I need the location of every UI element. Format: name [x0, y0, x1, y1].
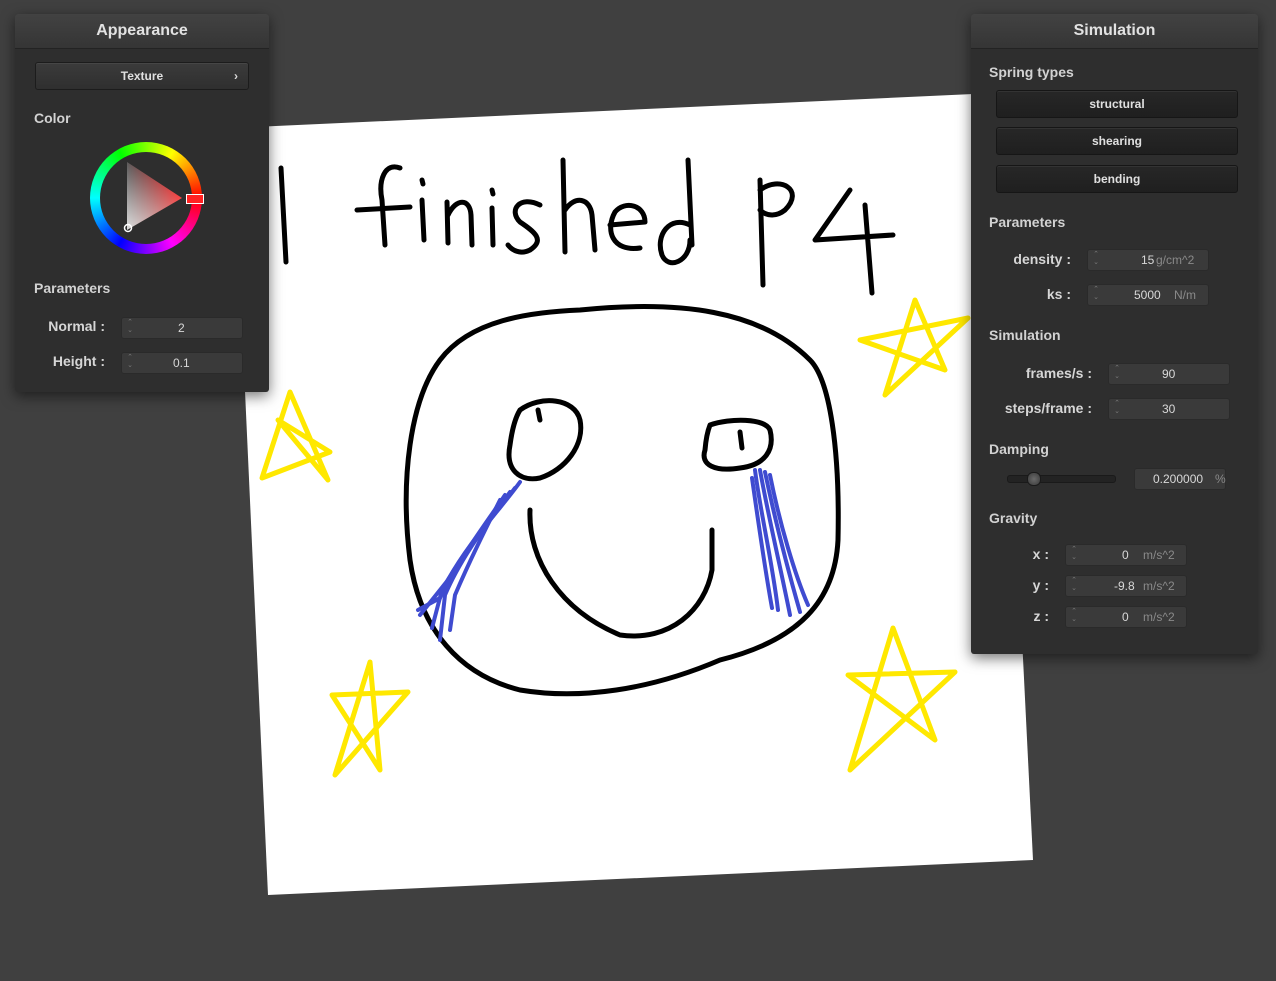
parameters-label: Parameters: [34, 280, 111, 296]
appearance-panel: Appearance Texture › Color Parameters No…: [15, 14, 269, 392]
stepper-icon[interactable]: ⌃ ⌄: [1113, 365, 1121, 381]
stepper-icon[interactable]: ⌃ ⌄: [1092, 286, 1100, 302]
bending-toggle[interactable]: bending: [996, 165, 1238, 193]
damping-unit: %: [1215, 472, 1226, 486]
simulation-panel-title[interactable]: Simulation: [971, 14, 1258, 49]
height-value: 0.1: [173, 356, 190, 370]
density-label: density :: [1013, 251, 1071, 267]
color-wheel[interactable]: [90, 142, 204, 254]
steps-label: steps/frame :: [1004, 400, 1092, 416]
gravity-x-unit: m/s^2: [1143, 548, 1175, 562]
gravity-y-unit: m/s^2: [1143, 579, 1175, 593]
structural-toggle[interactable]: structural: [996, 90, 1238, 118]
fps-label: frames/s :: [1025, 365, 1092, 381]
gravity-label: Gravity: [989, 510, 1038, 526]
ks-unit: N/m: [1174, 288, 1196, 302]
stepper-icon[interactable]: ⌃ ⌄: [126, 319, 134, 335]
chevron-right-icon: ›: [234, 69, 238, 83]
spring-types-label: Spring types: [989, 64, 1074, 80]
ks-input[interactable]: ⌃ ⌄ 5000 N/m: [1087, 284, 1209, 306]
stepper-icon[interactable]: ⌃ ⌄: [1113, 400, 1121, 416]
texture-button[interactable]: Texture ›: [35, 62, 249, 90]
steps-input[interactable]: ⌃ ⌄ 30: [1108, 398, 1230, 420]
density-unit: g/cm^2: [1156, 253, 1195, 267]
stepper-icon[interactable]: ⌃ ⌄: [1070, 608, 1078, 624]
stepper-icon[interactable]: ⌃ ⌄: [1092, 251, 1100, 267]
density-value: 15: [1141, 253, 1155, 267]
height-label: Height :: [52, 353, 105, 369]
gravity-z-input[interactable]: ⌃ ⌄ 0 m/s^2: [1065, 606, 1187, 628]
damping-slider[interactable]: [1007, 472, 1116, 486]
gravity-y-input[interactable]: ⌃ ⌄ -9.8 m/s^2: [1065, 575, 1187, 597]
gravity-x-value: 0: [1122, 548, 1129, 562]
steps-value: 30: [1162, 402, 1176, 416]
height-input[interactable]: ⌃ ⌄ 0.1: [121, 352, 243, 374]
simulation-panel: Simulation Spring types structural shear…: [971, 14, 1258, 654]
gravity-z-value: 0: [1122, 610, 1129, 624]
hue-selector-handle[interactable]: [186, 194, 204, 204]
damping-value: 0.200000: [1153, 472, 1204, 486]
gravity-x-label: x :: [1032, 546, 1049, 562]
fps-value: 90: [1162, 367, 1176, 381]
fps-input[interactable]: ⌃ ⌄ 90: [1108, 363, 1230, 385]
texture-button-label: Texture: [120, 69, 164, 83]
stepper-icon[interactable]: ⌃ ⌄: [1070, 546, 1078, 562]
cloth-sheet: [233, 93, 1033, 895]
appearance-panel-title[interactable]: Appearance: [15, 14, 269, 49]
color-label: Color: [34, 110, 71, 126]
ks-value: 5000: [1134, 288, 1161, 302]
parameters-label: Parameters: [989, 214, 1066, 230]
damping-input[interactable]: 0.200000 %: [1134, 468, 1226, 490]
stepper-icon[interactable]: ⌃ ⌄: [1070, 577, 1078, 593]
shearing-toggle[interactable]: shearing: [996, 127, 1238, 155]
stepper-icon[interactable]: ⌃ ⌄: [126, 354, 134, 370]
damping-slider-knob[interactable]: [1027, 472, 1041, 486]
normal-input[interactable]: ⌃ ⌄ 2: [121, 317, 243, 339]
normal-label: Normal :: [48, 318, 105, 334]
damping-label: Damping: [989, 441, 1049, 457]
gravity-z-unit: m/s^2: [1143, 610, 1175, 624]
gravity-x-input[interactable]: ⌃ ⌄ 0 m/s^2: [1065, 544, 1187, 566]
ks-label: ks :: [1046, 286, 1071, 302]
simulation-label: Simulation: [989, 327, 1061, 343]
normal-value: 2: [178, 321, 185, 335]
density-input[interactable]: ⌃ ⌄ 15 g/cm^2: [1087, 249, 1209, 271]
gravity-z-label: z :: [1033, 608, 1049, 624]
gravity-y-label: y :: [1032, 577, 1049, 593]
gravity-y-value: -9.8: [1114, 579, 1135, 593]
